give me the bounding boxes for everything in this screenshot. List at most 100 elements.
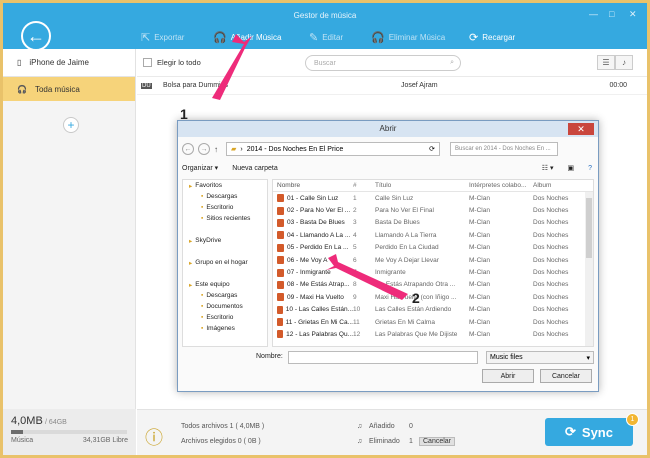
edit-label: Editar xyxy=(322,33,344,42)
headphones-icon: 🎧 xyxy=(17,84,27,94)
folder-icon: ▸ xyxy=(189,237,193,245)
column-header[interactable]: # xyxy=(353,182,375,189)
edit-button[interactable]: ✎ Editar xyxy=(309,31,343,44)
dialog-close-button[interactable]: ✕ xyxy=(568,123,594,135)
scrollbar-thumb[interactable] xyxy=(586,198,592,258)
view-options-icon[interactable]: ☷ ▾ xyxy=(542,164,554,172)
file-row[interactable]: 09 - Maxi Ha Vuelto 9 Maxi Ha Vuelto (con … xyxy=(273,291,593,303)
file-row[interactable]: 07 - Inmigrante 7 Inmigrante M-Clan Dos Noch… xyxy=(273,266,593,278)
add-playlist-button[interactable]: + xyxy=(63,117,79,133)
artist-view-button[interactable]: ♪ xyxy=(615,55,633,70)
tree-item[interactable]: ▪ Escritorio xyxy=(183,312,267,323)
list-item[interactable]: DU Bolsa para Dummies Josef Ajram 00:00 xyxy=(137,77,647,95)
tree-item[interactable]: ▸ Grupo en el hogar xyxy=(183,257,267,268)
file-row[interactable]: 04 - Llamando A La ... 4 Llamando A La Tie… xyxy=(273,229,593,241)
sidebar-item-all-music[interactable]: 🎧 Toda música xyxy=(3,77,135,101)
help-icon[interactable]: ? xyxy=(588,165,596,172)
dialog-nav-bar: ← → ↑ ▰ › 2014 - Dos Noches En El Price … xyxy=(182,141,596,157)
file-name: 11 - Grietas En Mi Ca... xyxy=(285,318,353,326)
export-button[interactable]: ⇱ Exportar xyxy=(141,31,184,44)
file-row[interactable]: 05 - Perdido En La ... 5 Perdido En La Ciu… xyxy=(273,242,593,254)
vertical-scrollbar[interactable] xyxy=(585,192,593,346)
dialog-cancel-button[interactable]: Cancelar xyxy=(540,369,592,383)
nav-up-button[interactable]: ↑ xyxy=(214,145,218,154)
column-header[interactable]: Título xyxy=(375,182,469,189)
file-cell: 8 xyxy=(353,281,357,289)
sync-button[interactable]: ⟳ Sync xyxy=(545,418,633,446)
file-cell: M-Clan xyxy=(469,293,490,301)
minimize-icon[interactable]: — xyxy=(589,9,598,19)
list-view-button[interactable]: ☰ xyxy=(597,55,615,70)
file-name: 09 - Maxi Ha Vuelto xyxy=(287,293,344,301)
file-type-select[interactable]: Music files ▾ xyxy=(486,351,594,364)
audio-file-icon xyxy=(277,256,284,265)
file-row[interactable]: 01 - Calle Sin Luz 1 Calle Sin Luz M-Clan Do… xyxy=(273,192,593,204)
tree-item[interactable]: ▪ Descargas xyxy=(183,191,267,202)
selected-files-count: Archivos elegidos 0 ( 0B ) xyxy=(181,438,261,445)
tree-item-label: Sitios recientes xyxy=(206,215,251,222)
address-path: 2014 - Dos Noches En El Price xyxy=(246,145,344,153)
song-time: 00:00 xyxy=(609,82,627,89)
folder-icon: ▪ xyxy=(201,303,204,310)
file-cell: 6 xyxy=(353,256,357,264)
file-cell: M-Clan xyxy=(469,318,490,326)
file-cell: 05 - Perdido En La ... xyxy=(273,243,353,252)
back-button[interactable]: ← xyxy=(21,21,51,51)
file-row[interactable]: 10 - Las Calles Están... 10 Las Calles Est… xyxy=(273,304,593,316)
column-header[interactable]: Intérpretes colabo... xyxy=(469,182,533,189)
filename-label: Nombre: xyxy=(256,353,283,360)
cancel-removal-button[interactable]: Cancelar xyxy=(419,437,456,446)
song-thumbnail-icon: DU xyxy=(141,82,152,89)
address-bar[interactable]: ▰ › 2014 - Dos Noches En El Price ⟳ xyxy=(226,142,440,156)
open-button[interactable]: Abrir xyxy=(482,369,534,383)
file-row[interactable]: 06 - Me Voy A 6 Me Voy A Dejar Llevar M-Cla… xyxy=(273,254,593,266)
file-name: 07 - Inmigrante xyxy=(287,269,331,277)
tree-item[interactable]: ▪ Escritorio xyxy=(183,202,267,213)
search-input[interactable]: Buscar ⌕ xyxy=(305,55,461,71)
add-music-button[interactable]: 🎧 Añadir Música xyxy=(213,31,281,44)
tree-item-label: Favoritos xyxy=(195,182,222,189)
nav-forward-button[interactable]: → xyxy=(198,143,210,155)
added-count: 0 xyxy=(409,423,413,430)
file-row[interactable]: 08 - Me Estás Atrap... 8 Me Estás Atrapand… xyxy=(273,279,593,291)
forward-icon: → xyxy=(200,145,208,153)
tree-item[interactable]: ▸ SkyDrive xyxy=(183,235,267,246)
nav-back-button[interactable]: ← xyxy=(182,143,194,155)
reload-button[interactable]: ⟳ Recargar xyxy=(469,31,515,44)
remove-music-button[interactable]: 🎧 Eliminar Música xyxy=(371,31,445,44)
tree-item[interactable]: ▸ Este equipo xyxy=(183,279,267,290)
filename-input[interactable] xyxy=(288,351,478,364)
dialog-search-input[interactable]: Buscar en 2014 - Dos Noches En ... xyxy=(450,142,558,156)
file-name: 05 - Perdido En La ... xyxy=(287,244,349,252)
file-cell: M-Clan xyxy=(469,194,490,202)
tree-item[interactable]: ▪ Imágenes xyxy=(183,323,267,334)
add-music-label: Añadir Música xyxy=(230,33,282,42)
file-cell: M-Clan xyxy=(469,306,490,314)
select-all-checkbox[interactable] xyxy=(143,58,152,67)
maximize-icon[interactable]: □ xyxy=(609,9,614,19)
refresh-icon[interactable]: ⟳ xyxy=(429,145,439,153)
storage-bar xyxy=(11,430,127,434)
tree-item[interactable]: ▪ Sitios recientes xyxy=(183,213,267,224)
file-cell: 12 - Las Palabras Qu... xyxy=(273,330,353,339)
file-cell: 1 xyxy=(353,194,357,202)
file-cell: 10 - Las Calles Están... xyxy=(273,305,353,314)
device-item[interactable]: ▯ iPhone de Jaime xyxy=(3,49,135,77)
file-cell: 08 - Me Estás Atrap... xyxy=(273,280,353,289)
file-cell: 11 - Grietas En Mi Ca... xyxy=(273,318,353,327)
close-icon[interactable]: ✕ xyxy=(629,9,637,20)
column-header[interactable]: Nombre xyxy=(273,182,353,189)
file-row[interactable]: 11 - Grietas En Mi Ca... 11 Grietas En Mi … xyxy=(273,316,593,328)
edit-icon: ✎ xyxy=(309,32,319,44)
file-row[interactable]: 02 - Para No Ver El ... 2 Para No Ver El F… xyxy=(273,204,593,216)
file-row[interactable]: 03 - Basta De Blues 3 Basta De Blues M-Clan… xyxy=(273,217,593,229)
folder-icon: ▸ xyxy=(189,259,193,267)
file-row[interactable]: 12 - Las Palabras Qu... 12 Las Palabras Qu… xyxy=(273,328,593,340)
new-folder-button[interactable]: Nueva carpeta xyxy=(232,165,278,172)
tree-item[interactable]: ▪ Descargas xyxy=(183,290,267,301)
tree-item[interactable]: ▸ Favoritos xyxy=(183,180,267,191)
tree-item[interactable]: ▪ Documentos xyxy=(183,301,267,312)
preview-pane-icon[interactable]: ▣ xyxy=(567,164,574,172)
organize-menu[interactable]: Organizar ▾ xyxy=(182,164,218,172)
column-header[interactable]: Álbum xyxy=(533,182,583,189)
